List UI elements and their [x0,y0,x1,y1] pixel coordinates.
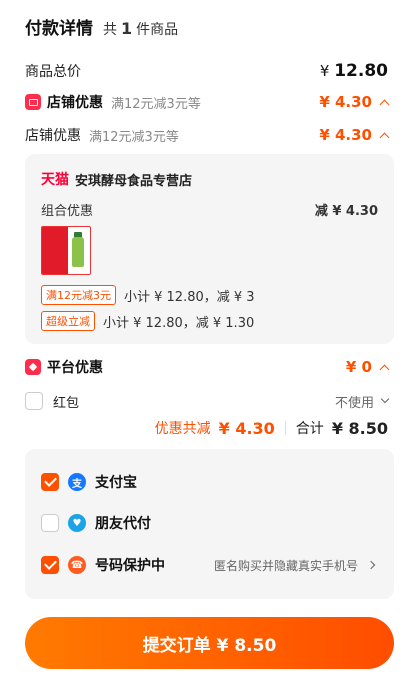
alipay-icon: 支 [68,473,86,491]
product-thumbnail[interactable] [41,226,91,275]
shop-discount-rule: 满12元减3元等 [111,96,201,112]
promo-row: 超级立减 小计 ¥ 12.80，减 ¥ 1.30 [41,311,254,331]
store-name: 安琪酵母食品专营店 [75,173,193,189]
promo-text: 小计 ¥ 12.80，减 ¥ 1.30 [103,315,255,331]
total-label: 合计 [295,421,324,437]
payment-option-alipay[interactable]: 支 支付宝 [41,469,374,495]
friend-pay-icon: ♥ [68,514,86,532]
alipay-checkbox[interactable] [41,473,59,491]
payment-label: 号码保护中 [95,558,165,574]
total-amount: ¥ 8.50 [331,418,388,438]
store-discount-card: 天猫 安琪酵母食品专营店 组合优惠 减 ¥ 4.30 满12元减3元 小计 ¥ … [25,154,394,344]
goods-total-label: 商品总价 [25,64,81,80]
tag-icon [25,359,41,375]
promo-row: 满12元减3元 小计 ¥ 12.80，减 ¥ 3 [41,285,255,305]
red-packet-select[interactable]: 不使用 [335,392,390,411]
divider [284,421,286,435]
phone-protect-checkbox[interactable] [41,556,59,574]
shop-icon [25,94,41,110]
combo-discount-value: 减 ¥ 4.30 [314,204,378,219]
platform-discount-row[interactable]: 平台优惠 ¥ 0 [25,356,390,378]
platform-discount-amount: ¥ 0 [346,358,390,376]
friend-pay-checkbox[interactable] [41,514,59,532]
phone-protect-icon: ☎ [68,556,86,574]
goods-total-amount: ¥ 12.80 [319,61,388,81]
combo-discount-row: 组合优惠 减 ¥ 4.30 [41,200,378,219]
chevron-up-icon[interactable] [379,99,390,109]
store-header[interactable]: 天猫 安琪酵母食品专营店 [41,169,192,189]
total-discount-label: 优惠共减 [154,421,211,437]
red-packet-checkbox[interactable] [25,392,43,410]
payment-label: 朋友代付 [95,516,151,532]
chevron-up-icon[interactable] [379,132,390,142]
promo-tag: 超级立减 [41,311,95,331]
page-title: 付款详情 [25,19,93,39]
shop-discount-detail-rule: 满12元减3元等 [89,129,179,145]
combo-discount-label: 组合优惠 [41,204,94,219]
payment-label: 支付宝 [95,475,137,491]
submit-order-button[interactable]: 提交订单 ¥ 8.50 [25,617,394,669]
chevron-up-icon[interactable] [379,364,390,374]
page-header: 付款详情 共 1 件商品 [25,14,178,42]
promo-tag: 满12元减3元 [41,285,116,305]
shop-discount-row[interactable]: 店铺优惠 满12元减3元等 ¥ 4.30 [25,91,390,113]
platform-discount-label: 平台优惠 [47,360,103,376]
item-count: 共 1 件商品 [103,19,179,38]
red-packet-row[interactable]: 红包 不使用 [25,390,390,412]
promo-text: 小计 ¥ 12.80，减 ¥ 3 [124,289,255,305]
tmall-logo: 天猫 [41,172,69,188]
payment-option-friend-pay[interactable]: ♥ 朋友代付 [41,510,374,536]
payment-options-card: 支 支付宝 ♥ 朋友代付 ☎ 号码保护中 匿名购买并隐藏真实手机号 [25,449,394,599]
chevron-down-icon [380,394,390,404]
shop-discount-detail-amount: ¥ 4.30 [319,126,390,144]
total-discount-amount: ¥ 4.30 [218,418,275,438]
phone-protect-desc[interactable]: 匿名购买并隐藏真实手机号 [214,557,376,574]
shop-discount-amount: ¥ 4.30 [319,93,390,111]
shop-discount-label: 店铺优惠 [47,95,103,111]
goods-total-row: 商品总价 ¥ 12.80 [25,60,388,82]
red-packet-label: 红包 [53,395,80,411]
order-summary: 优惠共减 ¥ 4.30 合计 ¥ 8.50 [155,418,388,438]
shop-discount-detail-row[interactable]: 店铺优惠 满12元减3元等 ¥ 4.30 [25,124,390,146]
shop-discount-detail-label: 店铺优惠 [25,128,81,144]
chevron-right-icon [366,560,376,570]
payment-option-phone-protect[interactable]: ☎ 号码保护中 匿名购买并隐藏真实手机号 [41,552,376,578]
